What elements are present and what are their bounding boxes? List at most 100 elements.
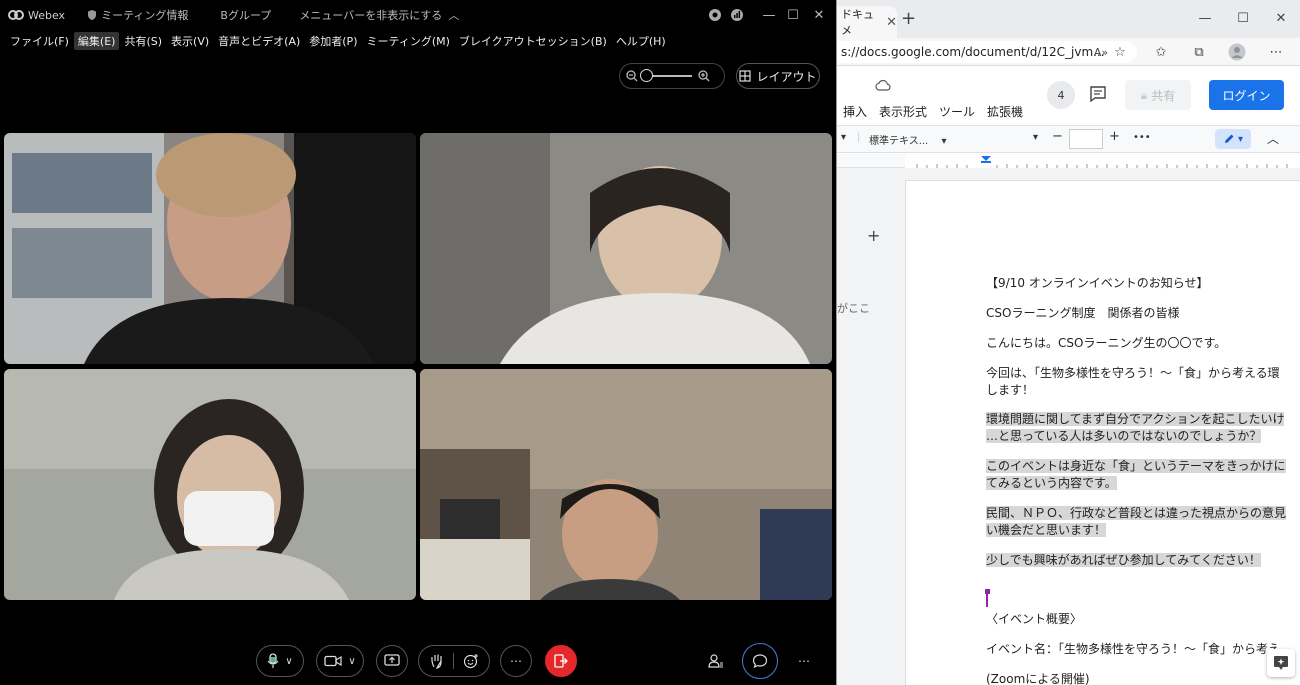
webex-window: Webex ミーティング情報 Bグループ メニューバーを非表示にする ︿ — ☐… <box>0 0 836 685</box>
comments-icon[interactable] <box>1089 85 1107 107</box>
explore-button[interactable] <box>1267 649 1295 677</box>
minimize-icon[interactable]: — <box>1187 6 1223 30</box>
active-users-count[interactable]: 4 <box>1047 81 1075 109</box>
doc-p3-line1: このイベントは身近な「食」というテーマをきっかけに <box>986 458 1286 475</box>
mute-button[interactable]: ∨ <box>256 645 304 677</box>
webex-logo: Webex <box>8 9 65 22</box>
video-camera-icon <box>324 655 342 667</box>
favorites-icon[interactable]: ✩ <box>1152 43 1170 61</box>
browser-window: ドキュメ ✕ + — ☐ ✕ s://docs.google.com/docum… <box>836 0 1300 685</box>
new-tab-icon[interactable]: + <box>901 8 916 29</box>
doc-zoom-note: (Zoomによる開催) <box>986 672 1090 685</box>
share-label: 共有 <box>1151 88 1176 103</box>
layout-button[interactable]: レイアウト <box>736 63 820 89</box>
share-button[interactable]: 🔒︎ 共有 <box>1125 80 1191 110</box>
raise-hand-button[interactable] <box>420 653 454 669</box>
font-size-increase-button[interactable]: + <box>1109 129 1120 144</box>
menu-help[interactable]: ヘルプ(H) <box>612 32 670 50</box>
participant-video-1[interactable] <box>4 133 416 364</box>
meeting-info-label: ミーティング情報 <box>101 9 189 22</box>
hide-menubar-button[interactable]: メニューバーを非表示にする ︿ <box>299 7 459 23</box>
login-button[interactable]: ログイン <box>1209 80 1284 110</box>
doc-overview-heading: 〈イベント概要〉 <box>986 612 1083 626</box>
layout-label: レイアウト <box>756 69 817 84</box>
menu-meeting[interactable]: ミーティング(M) <box>362 32 453 50</box>
explore-icon <box>1274 656 1288 670</box>
menu-participants[interactable]: 参加者(P) <box>305 32 361 50</box>
leave-meeting-button[interactable] <box>545 645 577 677</box>
docs-page[interactable]: 【9/10 オンラインイベントのお知らせ】 CSOラーニング制度 関係者の皆様 … <box>905 180 1300 685</box>
menu-audio-video[interactable]: 音声とビデオ(A) <box>214 32 304 50</box>
participant-video-3[interactable] <box>4 369 416 600</box>
participant-video-4[interactable] <box>420 369 832 600</box>
collaborator-cursor <box>985 589 990 607</box>
zoom-slider-knob[interactable] <box>640 69 653 82</box>
cloud-saved-icon <box>875 79 891 91</box>
font-select-chevron-icon[interactable]: ▾ <box>1033 132 1038 143</box>
docs-menu-extensions[interactable]: 拡張機 <box>987 103 1023 120</box>
read-aloud-icon[interactable]: A» <box>1092 43 1110 61</box>
doc-p4-line2: い機会だと思います！ <box>986 522 1107 539</box>
tab-close-icon[interactable]: ✕ <box>886 15 897 30</box>
doc-p3-line2: てみるという内容です。 <box>986 475 1117 492</box>
profile-avatar-icon[interactable] <box>1228 43 1246 61</box>
docs-menu-format[interactable]: 表示形式 <box>879 103 927 120</box>
doc-recipients: CSOラーニング制度 関係者の皆様 <box>986 306 1180 320</box>
collections-icon[interactable]: ⧉ <box>1190 43 1208 61</box>
chat-button[interactable] <box>742 643 778 679</box>
font-size-input[interactable] <box>1069 129 1103 149</box>
chevron-up-icon[interactable]: ︿ <box>1267 130 1279 147</box>
chevron-up-icon: ︿ <box>448 9 460 22</box>
outline-placeholder: がここ <box>837 302 870 315</box>
editing-mode-button[interactable]: ▾ <box>1215 129 1251 149</box>
more-icon[interactable]: ••• <box>1133 132 1151 143</box>
menu-file[interactable]: ファイル(F) <box>6 32 73 50</box>
docs-toolbar: ▾ | 標準テキス... ▾ ▾ − + ••• ▾ ︿ <box>837 125 1300 153</box>
paragraph-style-select[interactable]: 標準テキス... ▾ <box>869 132 946 147</box>
leave-meeting-icon <box>554 654 568 668</box>
doc-hello: こんにちは。CSOラーニング生の〇〇です。 <box>986 336 1227 350</box>
reactions-button[interactable] <box>454 653 488 669</box>
app-name: Webex <box>28 8 66 22</box>
font-size-decrease-button[interactable]: − <box>1052 129 1063 144</box>
doc-p2-line2: …と思っている人は多いのではないのでしょうか？ <box>986 428 1262 445</box>
meeting-info-button[interactable]: ミーティング情報 <box>87 7 188 23</box>
close-icon[interactable]: ✕ <box>1263 6 1299 30</box>
zoom-in-icon[interactable] <box>698 70 710 82</box>
participants-button[interactable] <box>700 645 732 677</box>
video-button[interactable]: ∨ <box>316 645 364 677</box>
menu-view[interactable]: 表示(V) <box>167 32 213 50</box>
more-options-button[interactable]: ⋯ <box>500 645 532 677</box>
tab-title: ドキュメ <box>841 8 874 37</box>
doc-p1-line2: します！ <box>986 383 1035 397</box>
menu-share[interactable]: 共有(S) <box>120 32 166 50</box>
close-icon[interactable]: ✕ <box>802 0 836 30</box>
favorite-add-icon[interactable]: ☆ <box>1111 43 1129 61</box>
docs-ruler <box>837 154 1300 169</box>
stats-icon[interactable] <box>720 0 754 30</box>
browser-addressbar: s://docs.google.com/document/d/12C_jvm..… <box>837 38 1300 66</box>
doc-p4-line1: 民間、ＮＰＯ、行政など普段とは違った視点からの意見 <box>986 505 1287 522</box>
zoom-slider[interactable] <box>640 69 692 82</box>
browser-tab[interactable]: ドキュメ ✕ <box>837 6 897 38</box>
menu-breakout[interactable]: ブレイクアウトセッション(B) <box>455 32 611 50</box>
more-icon: ⋯ <box>510 654 522 668</box>
add-tab-icon[interactable]: + <box>867 226 880 245</box>
webex-menubar: ファイル(F) 編集(E) 共有(S) 表示(V) 音声とビデオ(A) 参加者(… <box>0 31 671 51</box>
participant-video-2[interactable] <box>420 133 832 364</box>
docs-menu-tools[interactable]: ツール <box>939 103 975 120</box>
menu-edit[interactable]: 編集(E) <box>73 32 120 50</box>
chevron-down-icon[interactable]: ▾ <box>841 132 846 143</box>
more-panels-button[interactable]: ⋯ <box>788 645 820 677</box>
zoom-out-icon[interactable] <box>626 70 638 82</box>
lock-icon: 🔒︎ <box>1140 87 1148 102</box>
chevron-down-icon: ∨ <box>285 655 293 667</box>
browser-tabbar: ドキュメ ✕ + — ☐ ✕ <box>837 0 1300 38</box>
chevron-down-icon: ∨ <box>348 655 356 667</box>
doc-p3-line1-text: このイベントは身近な「食」というテーマをきっかけに <box>986 459 1286 473</box>
browser-menu-icon[interactable]: ⋯ <box>1267 43 1285 61</box>
doc-title: 【9/10 オンラインイベントのお知らせ】 <box>986 276 1209 290</box>
share-button[interactable] <box>376 645 408 677</box>
maximize-icon[interactable]: ☐ <box>1225 6 1261 30</box>
docs-menu-insert[interactable]: 挿入 <box>843 103 867 120</box>
